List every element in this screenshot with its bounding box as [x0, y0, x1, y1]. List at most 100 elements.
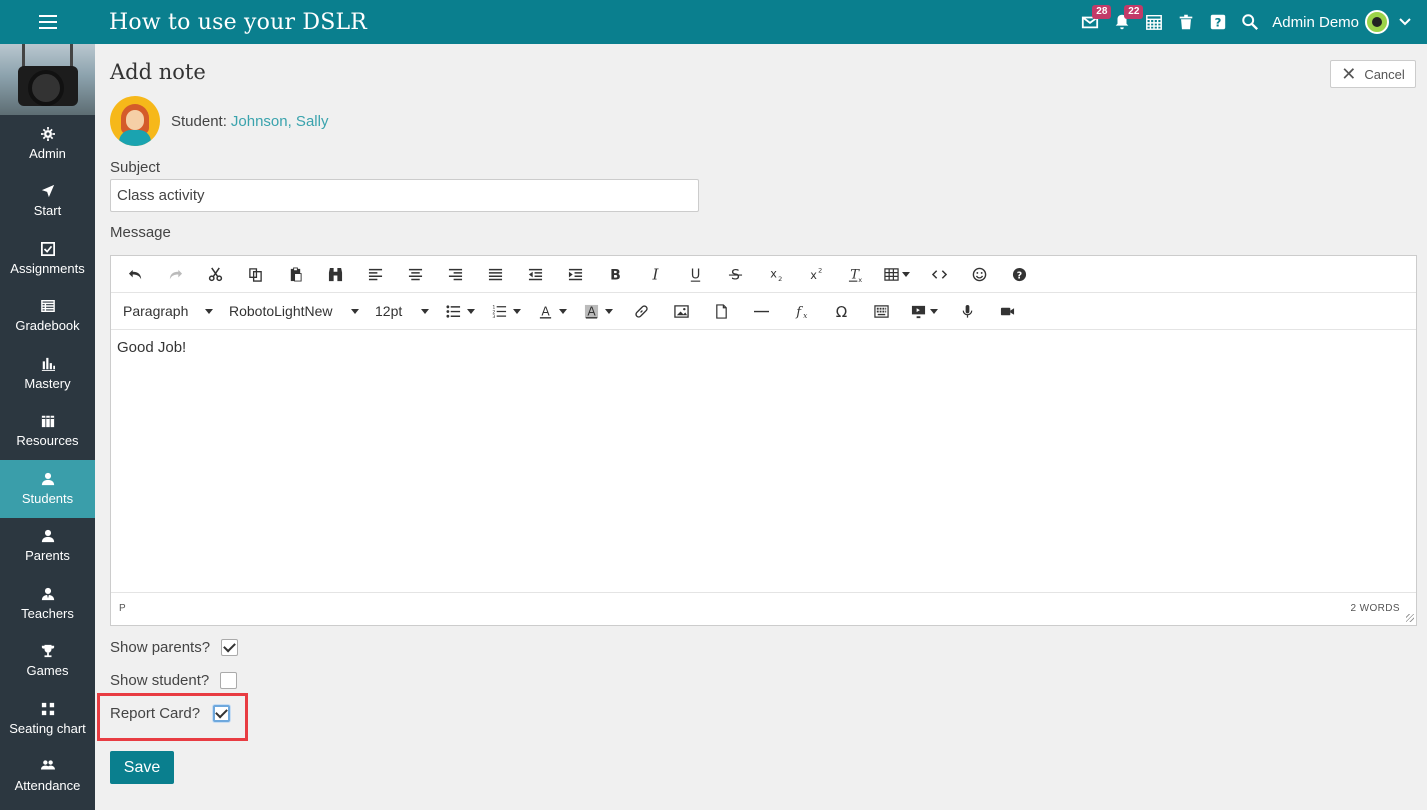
insert-image-button[interactable] [661, 296, 701, 326]
user-avatar[interactable] [1365, 10, 1389, 34]
align-right-button[interactable] [435, 259, 475, 289]
bar-chart-icon [41, 357, 55, 371]
keyboard-icon [873, 304, 889, 318]
sidebar-item-parents[interactable]: Parents [0, 518, 95, 576]
sidebar-item-games[interactable]: Games [0, 633, 95, 691]
subscript-icon: x2 [770, 267, 782, 282]
italic-icon: I [651, 267, 659, 282]
emoticons-button[interactable] [959, 259, 999, 289]
show-student-row: Show student? [110, 672, 238, 689]
resize-handle[interactable] [1406, 614, 1414, 622]
sidebar-item-label: Games [26, 663, 69, 679]
special-character-button[interactable]: Ω [821, 296, 861, 326]
align-justify-icon [488, 268, 502, 280]
undo-button[interactable] [115, 259, 155, 289]
table-icon [884, 267, 899, 281]
find-replace-button[interactable] [315, 259, 355, 289]
sidebar-item-resources[interactable]: Resources [0, 403, 95, 461]
bold-button[interactable]: B [595, 259, 635, 289]
trash-icon [1179, 14, 1193, 30]
numbered-list-icon: 123 [492, 304, 506, 319]
subject-input[interactable] [110, 179, 699, 212]
message-label: Message [110, 224, 171, 241]
subscript-button[interactable]: x2 [755, 259, 795, 289]
redo-button[interactable] [155, 259, 195, 289]
underline-button[interactable]: U [675, 259, 715, 289]
trash-button[interactable] [1170, 0, 1202, 44]
calendar-button[interactable] [1138, 0, 1170, 44]
question-icon: ? [1211, 14, 1226, 30]
italic-button[interactable]: I [635, 259, 675, 289]
source-code-button[interactable] [919, 259, 959, 289]
horizontal-rule-button[interactable] [741, 296, 781, 326]
sidebar-item-admin[interactable]: Admin [0, 115, 95, 173]
font-family-select[interactable]: RobotoLightNew [221, 296, 367, 326]
cut-button[interactable] [195, 259, 235, 289]
align-left-button[interactable] [355, 259, 395, 289]
save-button[interactable]: Save [110, 751, 174, 784]
chevron-down-icon[interactable] [1397, 14, 1413, 30]
record-video-button[interactable] [987, 296, 1027, 326]
sidebar-item-label: Mastery [24, 375, 71, 391]
user-name[interactable]: Admin Demo [1272, 14, 1359, 31]
sidebar-item-mastery[interactable]: Mastery [0, 345, 95, 403]
insert-formula-button[interactable]: fx [781, 296, 821, 326]
sidebar-item-students[interactable]: Students [0, 460, 95, 518]
class-photo[interactable] [0, 44, 95, 115]
editor-help-button[interactable]: ? [999, 259, 1039, 289]
sidebar-item-seating-chart[interactable]: Seating chart [0, 690, 95, 748]
sidebar-item-start[interactable]: Start [0, 173, 95, 231]
outdent-button[interactable] [515, 259, 555, 289]
background-color-button[interactable]: A [575, 296, 621, 326]
student-row: Student: Johnson, Sally [110, 96, 328, 146]
record-audio-button[interactable] [947, 296, 987, 326]
smiley-icon [972, 267, 986, 281]
indent-button[interactable] [555, 259, 595, 289]
sidebar-item-attendance[interactable]: Attendance [0, 748, 95, 806]
strikethrough-button[interactable]: S [715, 259, 755, 289]
menu-icon[interactable] [0, 0, 95, 44]
text-color-button[interactable]: A [529, 296, 575, 326]
cancel-label: Cancel [1364, 66, 1405, 82]
search-button[interactable] [1234, 0, 1266, 44]
insert-link-button[interactable] [621, 296, 661, 326]
show-parents-checkbox[interactable] [221, 639, 239, 656]
editor-content[interactable]: Good Job! [111, 330, 1416, 592]
keyboard-button[interactable] [861, 296, 901, 326]
clear-formatting-button[interactable]: Tx [835, 259, 875, 289]
numbered-list-button[interactable]: 123 [483, 296, 529, 326]
paste-button[interactable] [275, 259, 315, 289]
element-path[interactable]: P [119, 603, 126, 614]
sidebar-item-assignments[interactable]: Assignments [0, 230, 95, 288]
align-center-button[interactable] [395, 259, 435, 289]
superscript-button[interactable]: x2 [795, 259, 835, 289]
student-name-link[interactable]: Johnson, Sally [231, 113, 329, 130]
svg-text:B: B [610, 267, 621, 281]
notifications-button[interactable]: 22 [1106, 0, 1144, 44]
show-parents-label: Show parents? [110, 639, 211, 656]
close-icon: ✕ [1341, 64, 1357, 84]
font-size-select[interactable]: 12pt [367, 296, 437, 326]
bullet-list-button[interactable] [437, 296, 483, 326]
copy-button[interactable] [235, 259, 275, 289]
svg-text:2: 2 [778, 275, 782, 282]
block-format-select[interactable]: Paragraph [115, 296, 221, 326]
cancel-button[interactable]: ✕ Cancel [1330, 60, 1416, 88]
align-left-icon [368, 268, 382, 280]
messages-button[interactable]: 28 [1074, 0, 1112, 44]
help-button[interactable]: ? [1202, 0, 1234, 44]
align-center-icon [408, 268, 422, 280]
insert-file-button[interactable] [701, 296, 741, 326]
bold-icon: B [610, 267, 621, 281]
sidebar-item-teachers[interactable]: Teachers [0, 575, 95, 633]
show-student-checkbox[interactable] [220, 672, 238, 689]
sidebar-item-gradebook[interactable]: Gradebook [0, 288, 95, 346]
media-embed-button[interactable] [901, 296, 947, 326]
message-editor: B I U S x2 x2 Tx ? Paragraph RobotoLight… [110, 255, 1417, 626]
editor-status-bar: P 2 WORDS [111, 592, 1416, 624]
superscript-icon: x2 [810, 267, 822, 282]
top-right-toolbar: 28 22 ? Admin Demo [1074, 0, 1427, 44]
table-button[interactable] [875, 259, 919, 289]
outdent-icon [528, 268, 542, 280]
justify-button[interactable] [475, 259, 515, 289]
